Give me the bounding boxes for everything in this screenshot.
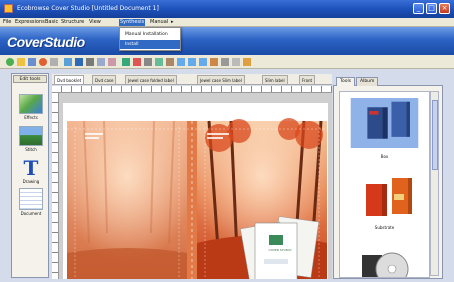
tool-drawing-label: Drawing: [22, 179, 40, 184]
scrollbar-thumb[interactable]: [432, 100, 438, 170]
right-panel-scrollbar[interactable]: [430, 91, 439, 276]
effects-icon: [19, 94, 43, 114]
zoom-out-icon[interactable]: [133, 58, 141, 66]
document-tab-strip: Dvd booklet Dvd case Jewel case folded l…: [52, 74, 332, 85]
document-icon: [19, 188, 43, 210]
menu-basic[interactable]: Basic: [44, 19, 59, 26]
save-icon[interactable]: [28, 58, 36, 66]
select-icon[interactable]: [144, 58, 152, 66]
copy-icon[interactable]: [97, 58, 105, 66]
close-button[interactable]: ×: [439, 3, 450, 14]
tab-slim-label[interactable]: Slim label: [262, 75, 288, 84]
title-bar: Ecobrowse Cover Studio [Untitled Documen…: [0, 0, 454, 18]
dropdown-item-install[interactable]: Install: [120, 40, 180, 49]
minimize-button[interactable]: _: [413, 3, 424, 14]
card-caption: COVER STUDIO: [268, 248, 292, 252]
box-thumbnail-image: [350, 98, 419, 148]
ruler-horizontal: [52, 86, 332, 93]
menu-manual[interactable]: Manual: [149, 19, 169, 26]
template-thumbnail-list: Box Substrate: [339, 91, 430, 278]
app-logo: CoverStudio: [7, 34, 85, 50]
zoom-in-icon[interactable]: [122, 58, 130, 66]
tool-drawing[interactable]: T Drawing: [19, 158, 43, 184]
tab-album[interactable]: Album: [356, 77, 379, 86]
main-toolbar: [0, 55, 454, 69]
tab-front[interactable]: Front: [299, 75, 316, 84]
thumbnail-substrate-label: Substrate: [374, 225, 395, 230]
tool-panel: Edit tools Effects Stitch T Drawing Docu…: [11, 73, 49, 278]
rotate-icon[interactable]: [155, 58, 163, 66]
right-panel: Tools Album Box Substrate: [333, 77, 443, 279]
menu-overflow-icon[interactable]: ▸: [170, 19, 175, 26]
dropdown-item-manual-installation[interactable]: Manual Installation: [120, 30, 180, 39]
undo-icon[interactable]: [39, 58, 47, 66]
crop-icon[interactable]: [166, 58, 174, 66]
menu-file[interactable]: File: [2, 19, 12, 26]
menu-view[interactable]: View: [88, 19, 102, 26]
align-center-icon[interactable]: [188, 58, 196, 66]
preview-icon[interactable]: [75, 58, 83, 66]
tool-stitch[interactable]: Stitch: [19, 126, 43, 152]
tab-jewel-case-slim-label[interactable]: Jewel case Slim label: [197, 75, 245, 84]
tool-document-label: Document: [20, 211, 42, 216]
tool-document[interactable]: Document: [19, 188, 43, 216]
app-icon: [4, 4, 13, 13]
maximize-button[interactable]: □: [426, 3, 437, 14]
stitch-icon: [19, 126, 43, 146]
tool-effects-label: Effects: [24, 115, 38, 120]
send-back-icon[interactable]: [221, 58, 229, 66]
text-icon: T: [23, 156, 39, 180]
help-icon[interactable]: [243, 58, 251, 66]
tool-stitch-label: Stitch: [25, 147, 37, 152]
redo-icon[interactable]: [50, 58, 58, 66]
thumbnail-box-label: Box: [380, 154, 389, 159]
print-icon[interactable]: [64, 58, 72, 66]
substrate-thumbnail-image: [348, 174, 421, 224]
tab-jewel-case-folded-label[interactable]: Jewel case folded label: [125, 75, 177, 84]
menu-structure[interactable]: Structure: [60, 19, 85, 26]
paste-icon[interactable]: [108, 58, 116, 66]
align-right-icon[interactable]: [199, 58, 207, 66]
cd-thumbnail-image: [348, 247, 421, 277]
bring-front-icon[interactable]: [210, 58, 218, 66]
window-title: Ecobrowse Cover Studio [Untitled Documen…: [17, 5, 159, 12]
design-canvas[interactable]: COVER STUDIO: [59, 93, 332, 279]
app-banner: CoverStudio: [0, 27, 454, 55]
new-icon[interactable]: [6, 58, 14, 66]
tab-dvd-booklet[interactable]: Dvd booklet: [54, 75, 85, 84]
tool-effects[interactable]: Effects: [19, 94, 43, 120]
ruler-vertical: [52, 93, 59, 279]
tab-tools[interactable]: Tools: [336, 77, 356, 86]
grid-icon[interactable]: [232, 58, 240, 66]
menu-expressions[interactable]: Expressions: [14, 19, 46, 26]
align-left-icon[interactable]: [177, 58, 185, 66]
tool-panel-tab[interactable]: Edit tools: [13, 75, 47, 83]
open-icon[interactable]: [17, 58, 25, 66]
cut-icon[interactable]: [86, 58, 94, 66]
menu-synthesis[interactable]: Synthesis: [119, 19, 146, 26]
tab-dvd-case[interactable]: Dvd case: [92, 75, 117, 84]
synthesis-dropdown: Manual Installation Install: [119, 27, 181, 51]
menu-bar: File Expressions Basic Structure View Sy…: [0, 18, 454, 27]
